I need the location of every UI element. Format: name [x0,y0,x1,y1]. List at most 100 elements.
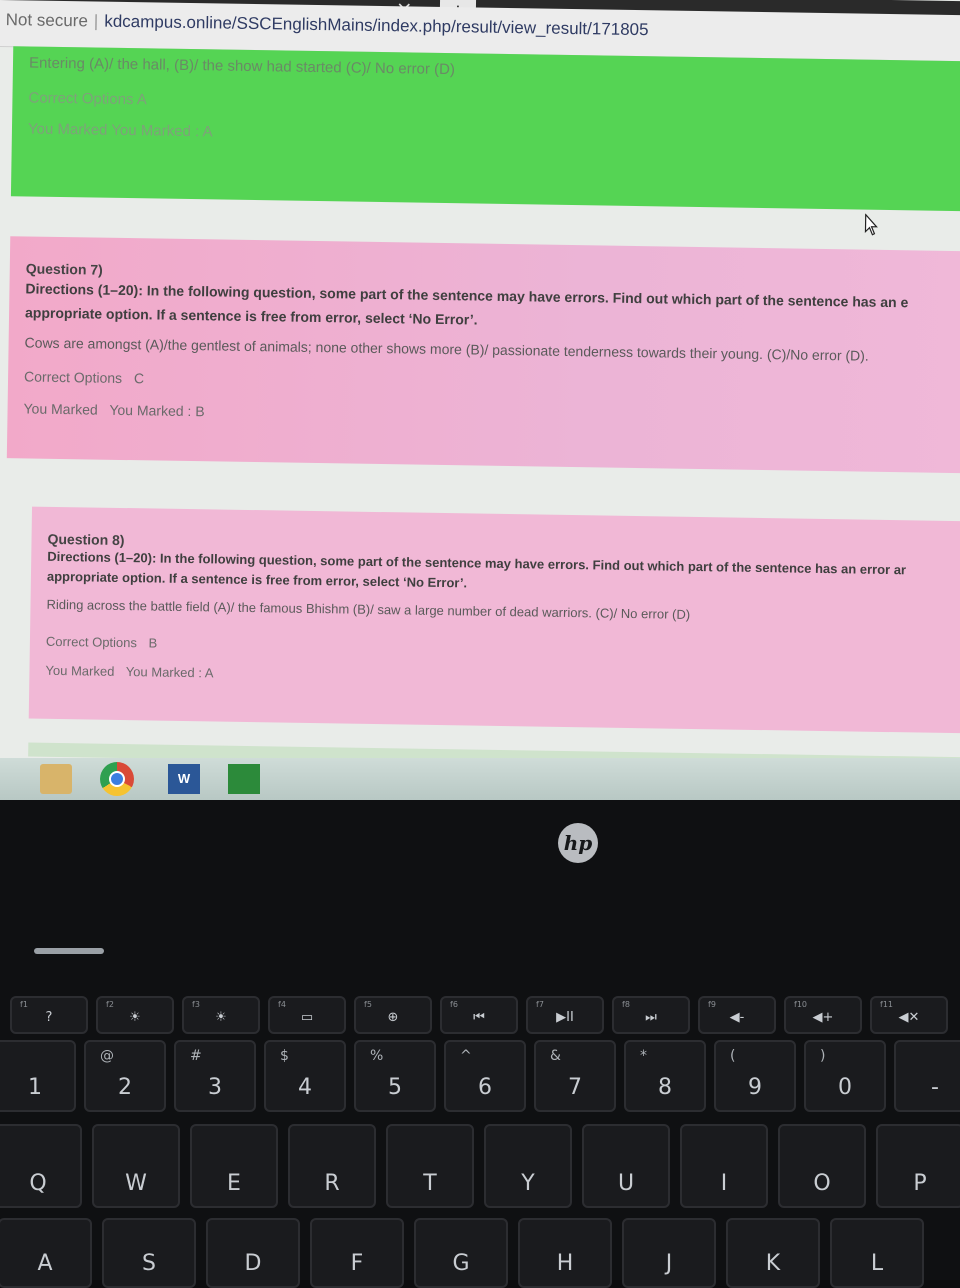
key-label: Y [521,1171,535,1196]
correct-options: Correct Options A [28,89,960,121]
question-sentence: Riding across the battle field (A)/ the … [46,596,691,622]
number-key-0[interactable]: ) 0 [804,1040,886,1112]
letter-key-q[interactable]: Q [0,1124,82,1208]
correct-options: Correct Options B [46,634,954,663]
you-marked: You Marked You Marked : A [28,120,960,152]
function-key-number: f7 [536,1000,544,1009]
function-key-icon: ? [45,1010,53,1025]
correct-options: Correct Options C [24,368,960,399]
function-key-f6[interactable]: f6 ⏮ [440,996,518,1034]
letter-key-o[interactable]: O [778,1124,866,1208]
key-label: 9 [748,1075,762,1100]
key-label: A [37,1251,53,1276]
function-key-icon: ◀+ [812,1010,834,1025]
taskbar: W [0,758,960,800]
key-label: W [125,1171,147,1196]
key-label: 3 [208,1075,222,1100]
letter-key-f[interactable]: F [310,1218,404,1288]
function-key-f7[interactable]: f7 ▶II [526,996,604,1034]
key-label: 6 [478,1075,492,1100]
you-marked-label: You Marked [27,120,108,139]
letter-key-t[interactable]: T [386,1124,474,1208]
key-label: 2 [118,1075,132,1100]
mouse-cursor-icon [864,213,878,236]
folder-icon[interactable] [40,764,72,794]
number-key-5[interactable]: % 5 [354,1040,436,1112]
key-label: 8 [658,1075,672,1100]
key-label: G [452,1251,470,1276]
function-key-icon: ◀✕ [898,1010,920,1025]
function-key-icon: ◀- [729,1010,745,1025]
key-shift-symbol: $ [280,1048,289,1064]
function-key-f5[interactable]: f5 ⊕ [354,996,432,1034]
url-text[interactable]: kdcampus.online/SSCEnglishMains/index.ph… [104,12,649,40]
key-label: K [765,1251,781,1276]
function-key-icon: ▶II [556,1010,574,1025]
key-label: I [720,1171,728,1196]
function-key-number: f3 [192,1000,200,1009]
function-key-number: f10 [794,1000,807,1009]
function-key-f1[interactable]: f1? [10,996,88,1034]
letter-key-a[interactable]: A [0,1218,92,1288]
letter-key-p[interactable]: P [876,1124,960,1208]
browser-viewport: × + Not secure|kdcampus.online/SSCEnglis… [0,0,960,800]
word-icon[interactable]: W [168,764,200,794]
letter-key-u[interactable]: U [582,1124,670,1208]
address-text[interactable]: Not secure | kdcampus.online/SSCEnglishMai… [6,10,649,40]
you-marked: You Marked You Marked : B [23,400,960,431]
function-key-number: f6 [450,1000,458,1009]
letter-key-l[interactable]: L [830,1218,924,1288]
function-key-icon: ☀ [129,1010,141,1025]
function-key-number: f2 [106,1000,114,1009]
letter-key-i[interactable]: I [680,1124,768,1208]
number-key-6[interactable]: ^ 6 [444,1040,526,1112]
key-label: - [931,1075,939,1100]
number-key-2[interactable]: @2 [84,1040,166,1112]
function-key-f8[interactable]: f8 ⏭ [612,996,690,1034]
store-icon[interactable] [228,764,260,794]
previous-question-result: Entering (A)/ the hall, (B)/ the show ha… [10,46,960,212]
key-label: T [423,1171,437,1196]
function-key-icon: ▭ [300,1010,314,1025]
key-shift-symbol: * [640,1048,647,1064]
function-key-f11[interactable]: f11 ◀✕ [870,996,948,1034]
key-label: 1 [28,1075,42,1100]
not-secure-label[interactable]: Not secure [6,10,88,30]
correct-options-label: Correct Options [45,633,138,651]
key-label: H [556,1251,574,1276]
letter-key-g[interactable]: G [414,1218,508,1288]
chrome-icon[interactable] [100,762,134,796]
number-key-7[interactable]: & 7 [534,1040,616,1112]
number-key-8[interactable]: * 8 [624,1040,706,1112]
letter-key-h[interactable]: H [518,1218,612,1288]
hp-logo: hp [558,823,598,863]
question-8-result: Question 8) Directions (1–20): In the fo… [28,506,960,734]
letter-key-e[interactable]: E [190,1124,278,1208]
key-label: 4 [298,1075,312,1100]
key-label: L [870,1251,884,1276]
letter-key-y[interactable]: Y [484,1124,572,1208]
key-label: R [324,1171,340,1196]
letter-key-r[interactable]: R [288,1124,376,1208]
key-label: D [244,1251,262,1276]
letter-key-d[interactable]: D [206,1218,300,1288]
function-key-f10[interactable]: f10 ◀+ [784,996,862,1034]
function-key-f2[interactable]: f2 ☀ [96,996,174,1034]
function-key-f3[interactable]: f3 ☀ [182,996,260,1034]
you-marked-value: You Marked : A [111,121,213,141]
letter-key-w[interactable]: W [92,1124,180,1208]
letter-key-j[interactable]: J [622,1218,716,1288]
function-key-number: f8 [622,1000,630,1009]
function-key-number: f5 [364,1000,372,1009]
number-key-9[interactable]: (9 [714,1040,796,1112]
letter-key-s[interactable]: S [102,1218,196,1288]
number-key-4[interactable]: $4 [264,1040,346,1112]
key-label: E [227,1171,241,1196]
function-key-f4[interactable]: f4 ▭ [268,996,346,1034]
number-key-1[interactable]: 1 [0,1040,76,1112]
number-key-3[interactable]: #3 [174,1040,256,1112]
letter-key-k[interactable]: K [726,1218,820,1288]
key-shift-symbol: & [550,1048,561,1064]
function-key-f9[interactable]: f9 ◀- [698,996,776,1034]
number-key-minus[interactable]: - [894,1040,960,1112]
